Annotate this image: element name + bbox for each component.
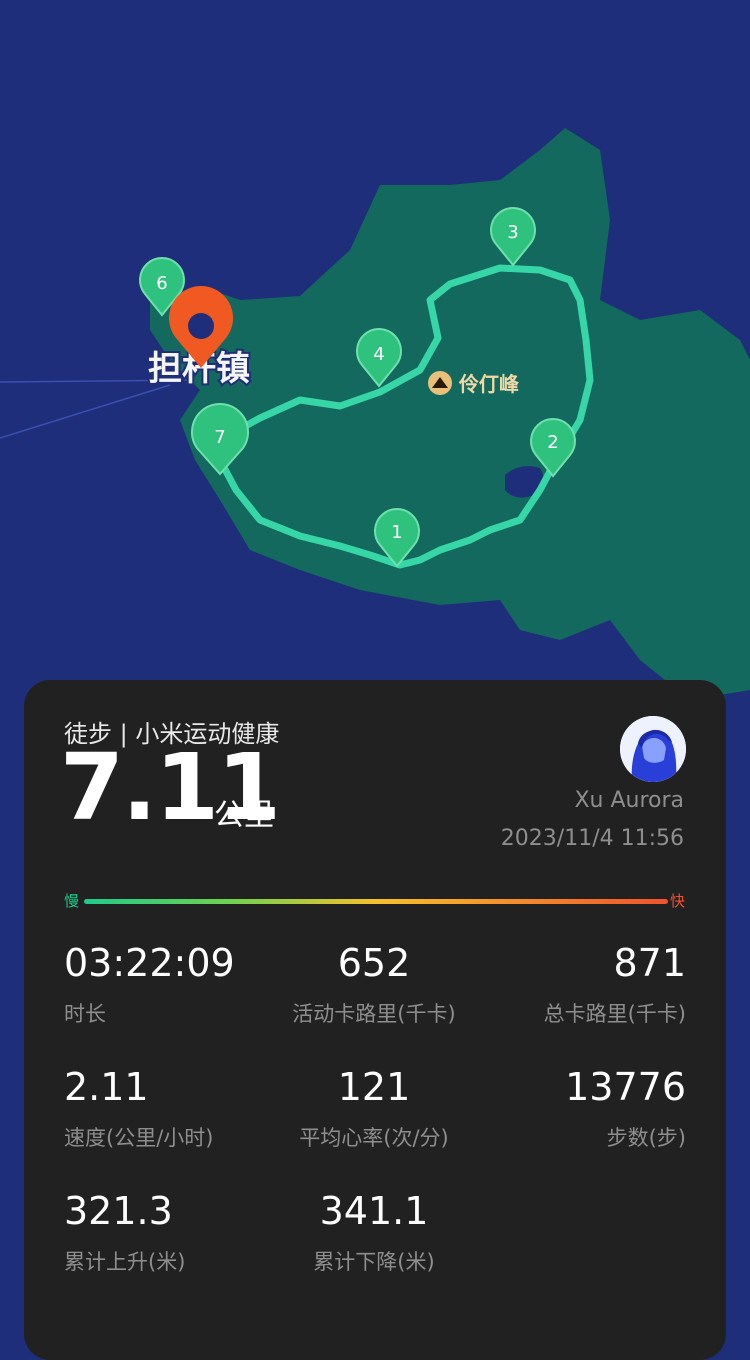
map-canvas: 伶仃峰 担杆镇 1 2 3 4 6 7 xyxy=(0,0,750,720)
steps-value: 13776 xyxy=(565,1065,686,1109)
speed-value: 2.11 xyxy=(64,1065,149,1109)
speed-label: 速度(公里/小时) xyxy=(64,1126,214,1150)
heart-rate-label: 平均心率(次/分) xyxy=(299,1126,449,1150)
speed-slow-label: 慢 xyxy=(64,892,80,910)
ascent-label: 累计上升(米) xyxy=(64,1250,186,1274)
workout-summary-card: 徒步 | 小米运动健康 7.11 公里 Xu Aurora 2023/11/4 … xyxy=(24,680,726,1360)
total-calories-label: 总卡路里(千卡) xyxy=(543,1002,686,1026)
steps-label: 步数(步) xyxy=(606,1126,686,1150)
duration-label: 时长 xyxy=(64,1002,106,1026)
distance-unit: 公里 xyxy=(214,798,274,833)
svg-text:2: 2 xyxy=(547,432,558,453)
svg-text:3: 3 xyxy=(507,222,518,243)
heart-rate-value: 121 xyxy=(337,1065,411,1109)
active-calories-value: 652 xyxy=(337,941,411,985)
duration-value: 03:22:09 xyxy=(64,941,235,985)
active-calories-label: 活动卡路里(千卡) xyxy=(292,1002,456,1026)
speed-fast-label: 快 xyxy=(670,892,686,910)
speed-gradient-bar xyxy=(84,899,668,904)
avatar-image xyxy=(620,716,686,782)
ascent-value: 321.3 xyxy=(64,1189,173,1233)
descent-value: 341.1 xyxy=(319,1189,429,1233)
route-map[interactable]: 伶仃峰 担杆镇 1 2 3 4 6 7 xyxy=(0,0,750,720)
username: Xu Aurora xyxy=(574,788,684,813)
total-calories-value: 871 xyxy=(613,941,686,985)
avatar[interactable] xyxy=(620,716,686,782)
descent-label: 累计下降(米) xyxy=(313,1250,435,1274)
svg-text:1: 1 xyxy=(391,522,402,543)
svg-text:6: 6 xyxy=(156,273,167,294)
peak-label: 伶仃峰 xyxy=(458,372,519,396)
workout-datetime: 2023/11/4 11:56 xyxy=(500,826,684,851)
svg-text:7: 7 xyxy=(214,427,225,448)
svg-text:4: 4 xyxy=(373,344,384,365)
